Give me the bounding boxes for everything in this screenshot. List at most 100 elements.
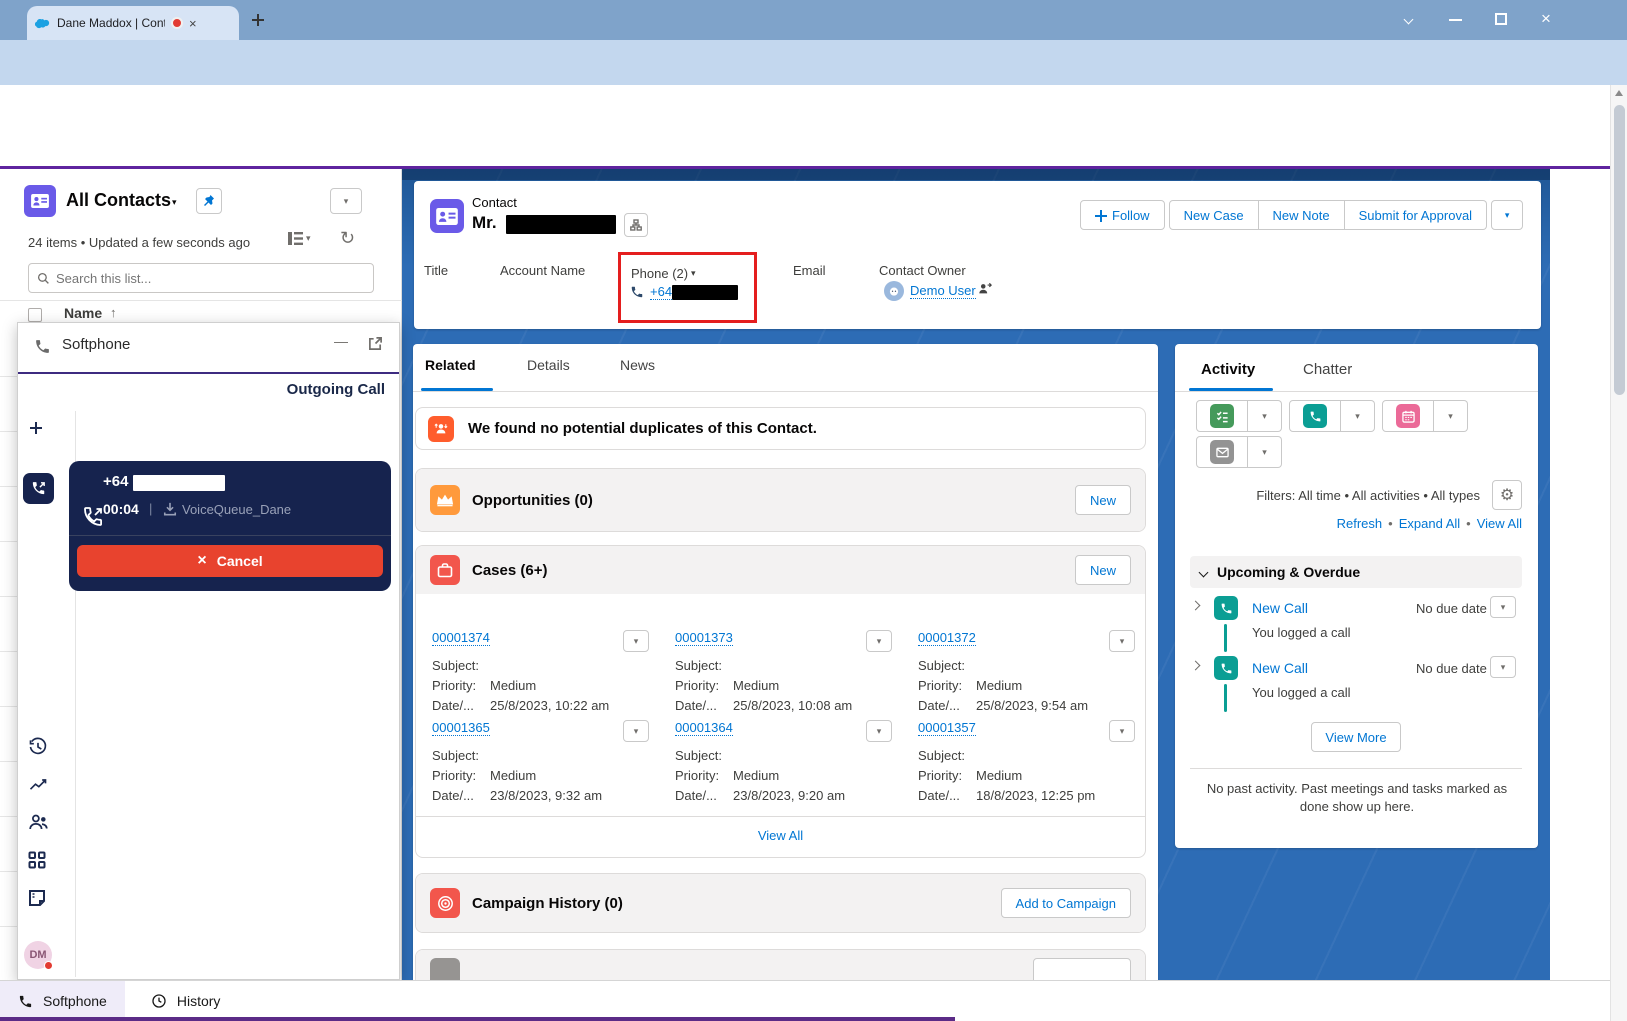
phone-field-highlight-box	[618, 252, 757, 323]
case-number-link[interactable]: 00001372	[918, 630, 976, 646]
list-view-title[interactable]: All Contacts	[66, 190, 171, 211]
email-button[interactable]	[1196, 436, 1248, 468]
refresh-link[interactable]: Refresh	[1337, 516, 1383, 531]
tab-close-icon[interactable]: ×	[189, 16, 197, 31]
org-chart-button[interactable]	[624, 213, 648, 237]
case-number-link[interactable]: 00001364	[675, 720, 733, 736]
case-number-link[interactable]: 00001374	[432, 630, 490, 646]
new-case-button[interactable]: New Case	[1169, 200, 1259, 230]
campaign-history-header[interactable]: Campaign History (0) Add to Campaign	[416, 874, 1145, 932]
activity-settings-gear-button[interactable]: ⚙	[1492, 480, 1522, 510]
activity-item-title-link[interactable]: New Call	[1252, 600, 1308, 616]
expand-all-link[interactable]: Expand All	[1399, 516, 1460, 531]
email-icon	[1210, 440, 1234, 464]
popout-icon[interactable]	[368, 336, 383, 351]
date-value: 25/8/2023, 10:08 am	[733, 698, 852, 713]
apps-grid-icon[interactable]	[28, 851, 46, 869]
tab-details[interactable]: Details	[527, 357, 570, 373]
new-opportunity-button[interactable]: New	[1075, 485, 1131, 515]
submit-for-approval-button[interactable]: Submit for Approval	[1345, 200, 1487, 230]
case-actions-dropdown[interactable]: ▾	[1109, 630, 1135, 652]
log-call-button[interactable]	[1289, 400, 1341, 432]
case-actions-dropdown[interactable]: ▾	[623, 630, 649, 652]
window-close-button[interactable]: ×	[1541, 9, 1551, 29]
refresh-list-icon[interactable]: ↻	[340, 228, 355, 249]
console-nav-bar: Service Console Contacts | Cont... ×	[0, 133, 1627, 169]
event-dropdown-button[interactable]: ▾	[1434, 400, 1468, 432]
case-number-link[interactable]: 00001365	[432, 720, 490, 736]
window-minimize-button[interactable]	[1449, 19, 1462, 21]
expand-item-chevron-icon[interactable]	[1191, 601, 1201, 611]
tab-news[interactable]: News	[620, 357, 655, 373]
date-label: Date/...	[918, 788, 976, 803]
new-note-button[interactable]: New Note	[1259, 200, 1345, 230]
minimize-panel-icon[interactable]: —	[334, 333, 348, 349]
upcoming-overdue-section-header[interactable]: Upcoming & Overdue	[1190, 556, 1522, 588]
campaign-history-title[interactable]: Campaign History (0)	[472, 895, 623, 912]
page-scrollbar[interactable]	[1610, 85, 1627, 1021]
case-number-link[interactable]: 00001357	[918, 720, 976, 736]
owner-link[interactable]: Demo User	[910, 283, 976, 299]
activity-item-title-link[interactable]: New Call	[1252, 660, 1308, 676]
select-all-checkbox[interactable]	[28, 308, 42, 322]
scrollbar-thumb[interactable]	[1614, 105, 1625, 395]
scrollbar-up-arrow[interactable]	[1615, 90, 1623, 96]
case-number-link[interactable]: 00001373	[675, 630, 733, 646]
add-to-campaign-button[interactable]: Add to Campaign	[1001, 888, 1131, 918]
date-value: 25/8/2023, 10:22 am	[490, 698, 609, 713]
new-call-plus-button[interactable]	[26, 418, 50, 442]
case-actions-dropdown[interactable]: ▾	[866, 630, 892, 652]
name-column-header[interactable]: Name	[64, 305, 102, 321]
active-call-tab-button[interactable]	[23, 473, 54, 504]
list-actions-dropdown-button[interactable]: ▾	[330, 188, 362, 214]
utility-bar-active-underline	[0, 1017, 955, 1021]
pin-list-button[interactable]	[196, 188, 222, 214]
change-owner-icon[interactable]	[978, 282, 992, 296]
dropdown-icon: ▾	[1448, 412, 1453, 421]
cancel-call-button[interactable]: × Cancel	[77, 545, 383, 577]
new-task-button[interactable]	[1196, 400, 1248, 432]
tab-chatter[interactable]: Chatter	[1303, 361, 1352, 378]
activity-item-dropdown[interactable]: ▾	[1490, 656, 1516, 678]
contacts-people-icon[interactable]	[28, 813, 49, 831]
view-more-button[interactable]: View More	[1311, 722, 1401, 752]
new-case-button[interactable]: New	[1075, 555, 1131, 585]
case-actions-dropdown[interactable]: ▾	[623, 720, 649, 742]
clipped-section-header[interactable]	[416, 950, 1145, 980]
list-view-selector-icon[interactable]: ▾	[172, 198, 177, 207]
new-tab-button[interactable]	[252, 14, 264, 26]
tab-search-chevron-icon[interactable]	[1405, 16, 1412, 23]
browser-tab[interactable]: Dane Maddox | Contact | Sal ×	[27, 6, 239, 40]
new-event-button[interactable]	[1382, 400, 1434, 432]
opportunities-header[interactable]: Opportunities (0) New	[416, 469, 1145, 531]
list-search-input[interactable]	[56, 271, 365, 286]
cases-title[interactable]: Cases (6+)	[472, 562, 547, 579]
case-actions-dropdown[interactable]: ▾	[1109, 720, 1135, 742]
view-all-link[interactable]: View All	[1477, 516, 1522, 531]
utility-softphone-tab[interactable]: Softphone	[0, 981, 125, 1021]
tab-activity[interactable]: Activity	[1201, 361, 1255, 378]
more-actions-dropdown-button[interactable]: ▾	[1491, 200, 1523, 230]
opportunities-title[interactable]: Opportunities (0)	[472, 492, 593, 509]
stats-chart-icon[interactable]	[28, 775, 48, 795]
email-dropdown-button[interactable]: ▾	[1248, 436, 1282, 468]
list-header-divider	[0, 300, 402, 301]
notes-icon[interactable]	[28, 889, 46, 907]
follow-button[interactable]: Follow	[1080, 200, 1165, 230]
cases-view-all-link[interactable]: View All	[416, 828, 1145, 843]
cases-header[interactable]: Cases (6+) New	[416, 546, 1145, 594]
display-as-button[interactable]: ▾	[288, 232, 311, 245]
expand-item-chevron-icon[interactable]	[1191, 661, 1201, 671]
utility-history-tab[interactable]: History	[133, 981, 239, 1021]
case-actions-dropdown[interactable]: ▾	[866, 720, 892, 742]
call-dropdown-button[interactable]: ▾	[1341, 400, 1375, 432]
call-history-icon[interactable]	[28, 737, 48, 757]
clipped-section-button[interactable]	[1033, 958, 1131, 980]
task-icon	[1210, 404, 1234, 428]
dropdown-icon: ▾	[1501, 663, 1506, 672]
window-maximize-button[interactable]	[1495, 13, 1507, 25]
tab-related[interactable]: Related	[425, 357, 476, 373]
activity-item-dropdown[interactable]: ▾	[1490, 596, 1516, 618]
list-search-box[interactable]	[28, 263, 374, 293]
task-dropdown-button[interactable]: ▾	[1248, 400, 1282, 432]
